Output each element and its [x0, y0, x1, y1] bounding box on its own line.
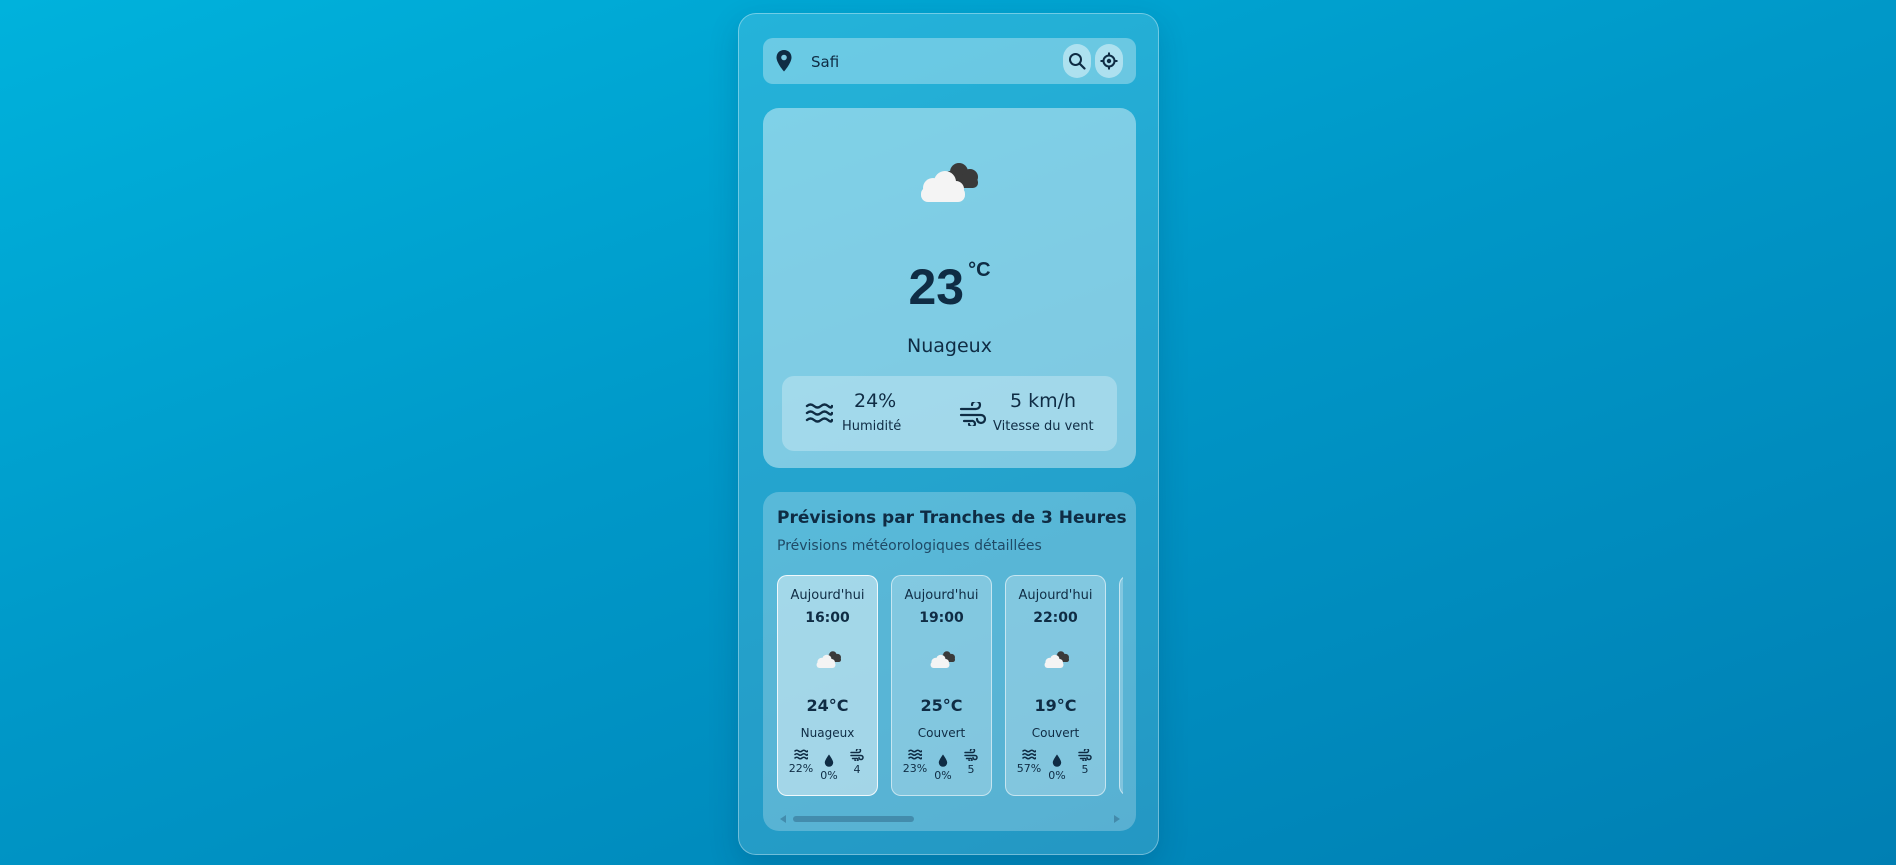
broken-clouds-icon — [1044, 651, 1069, 668]
temperature-unit: °C — [968, 259, 991, 281]
humidity-waves-icon — [794, 749, 808, 760]
forecast-subtitle: Prévisions météorologiques détaillées — [777, 538, 1042, 554]
forecast-precipitation: 0% — [1042, 754, 1072, 782]
forecast-precipitation: 0% — [928, 754, 958, 782]
forecast-day: Aujourd'hui — [904, 588, 979, 603]
broken-clouds-icon — [921, 163, 978, 202]
forecast-precipitation-value: 0% — [1048, 769, 1066, 782]
city-search-input[interactable] — [809, 48, 1083, 76]
forecast-wind: 5 — [1070, 749, 1100, 776]
forecast-humidity: 57% — [1014, 749, 1044, 775]
forecast-wind: 5 — [956, 749, 986, 776]
raindrop-icon — [938, 754, 948, 767]
forecast-temperature: 19°C — [1034, 696, 1077, 715]
raindrop-icon — [824, 754, 834, 767]
forecast-condition: Couvert — [1031, 726, 1080, 740]
forecast-humidity-value: 57% — [1016, 762, 1042, 775]
forecast-wind-value: 4 — [853, 763, 861, 776]
forecast-humidity-value: 23% — [902, 762, 928, 775]
wind-icon — [850, 749, 864, 761]
crosshair-icon — [1100, 52, 1118, 70]
scroll-right-arrow[interactable] — [1114, 815, 1120, 823]
forecast-precipitation-value: 0% — [934, 769, 952, 782]
forecast-time: 19:00 — [919, 610, 964, 626]
broken-clouds-icon — [816, 651, 841, 668]
forecast-precipitation: 0% — [814, 754, 844, 782]
forecast-wind-value: 5 — [967, 763, 975, 776]
wind-icon — [964, 749, 978, 761]
current-temperature: 23 °C — [763, 258, 1136, 316]
search-icon — [1069, 53, 1086, 70]
forecast-time: 22:00 — [1033, 610, 1078, 626]
forecast-scrollbar[interactable] — [777, 814, 1123, 824]
forecast-item[interactable]: Aujourd'hui 16:00 24°C Nuageux 22% 0% 4 — [777, 575, 878, 796]
weather-app: 23°C Nuageux 24% Humidité 5 km/h — [738, 13, 1159, 855]
forecast-wind-value: 5 — [1081, 763, 1089, 776]
wind-icon — [1078, 749, 1092, 761]
forecast-day: Aujourd'hui — [1018, 588, 1093, 603]
humidity-value: 24% — [854, 390, 897, 412]
forecast-precipitation-value: 0% — [820, 769, 838, 782]
forecast-temperature: 25°C — [920, 696, 963, 715]
wind-icon — [959, 402, 987, 426]
geolocate-button[interactable] — [1095, 44, 1123, 78]
scrollbar-thumb[interactable] — [793, 816, 914, 822]
forecast-day: Aujourd'hui — [790, 588, 865, 603]
humidity-waves-icon — [805, 403, 833, 423]
forecast-condition: Nuageux — [800, 726, 855, 740]
broken-clouds-icon — [930, 651, 955, 668]
forecast-time: 16:00 — [805, 610, 850, 626]
raindrop-icon — [1052, 754, 1062, 767]
humidity-waves-icon — [908, 749, 922, 760]
weather-stats: 24% Humidité 5 km/h Vitesse du vent — [782, 376, 1117, 451]
wind-value: 5 km/h — [1010, 390, 1077, 412]
forecast-humidity: 23% — [900, 749, 930, 775]
humidity-label: Humidité — [842, 419, 902, 434]
current-weather-card: 23 °C Nuageux 24% Humidité 5 km/h Vitess… — [763, 108, 1136, 468]
forecast-item[interactable]: Aujourd'hui 22:00 19°C Couvert 57% 0% 5 — [1005, 575, 1106, 796]
forecast-humidity-value: 22% — [788, 762, 814, 775]
forecast-list[interactable]: Aujourd'hui 16:00 24°C Nuageux 22% 0% 4 … — [777, 575, 1123, 799]
forecast-title: Prévisions par Tranches de 3 Heures — [777, 508, 1127, 528]
scroll-left-arrow[interactable] — [780, 815, 786, 823]
search-button[interactable] — [1063, 44, 1091, 78]
humidity-waves-icon — [1022, 749, 1036, 760]
forecast-condition: Couvert — [917, 726, 966, 740]
search-bar — [763, 38, 1136, 84]
map-pin-icon — [776, 50, 792, 72]
wind-label: Vitesse du vent — [993, 419, 1094, 434]
forecast-item[interactable]: Aujourd'hui 19:00 25°C Couvert 23% 0% 5 — [891, 575, 992, 796]
forecast-temperature: 24°C — [806, 696, 849, 715]
forecast-card: Prévisions par Tranches de 3 Heures Prév… — [763, 492, 1136, 831]
forecast-item-partial[interactable] — [1119, 575, 1123, 796]
forecast-wind: 4 — [842, 749, 872, 776]
temperature-value: 23 — [908, 259, 965, 315]
current-condition: Nuageux — [907, 335, 992, 357]
forecast-humidity: 22% — [786, 749, 816, 775]
